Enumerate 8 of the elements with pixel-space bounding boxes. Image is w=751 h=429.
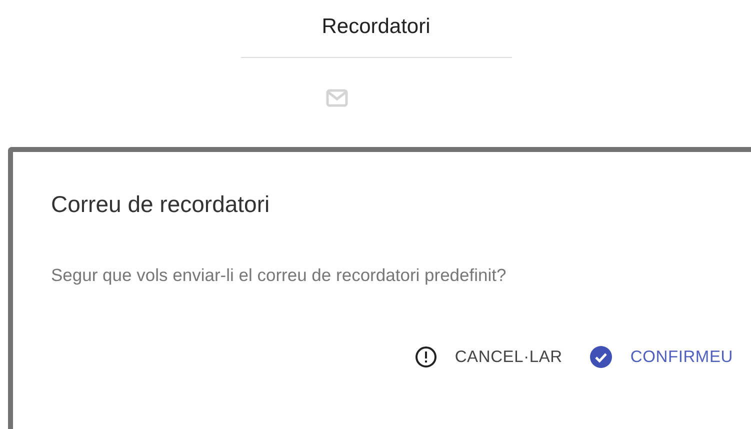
confirm-button[interactable]: CONFIRMEU [584, 342, 739, 372]
cancel-button[interactable]: CANCEL·LAR [408, 342, 568, 372]
section-title: Recordatori [322, 15, 430, 39]
dialog-title: Correu de recordatori [51, 191, 271, 218]
exclamation-circle-icon [414, 346, 437, 368]
check-circle-icon [590, 346, 612, 368]
envelope-icon[interactable] [326, 89, 348, 107]
dialog-message: Segur que vols enviar-li el correu de recordatori predefinit? [51, 265, 508, 286]
